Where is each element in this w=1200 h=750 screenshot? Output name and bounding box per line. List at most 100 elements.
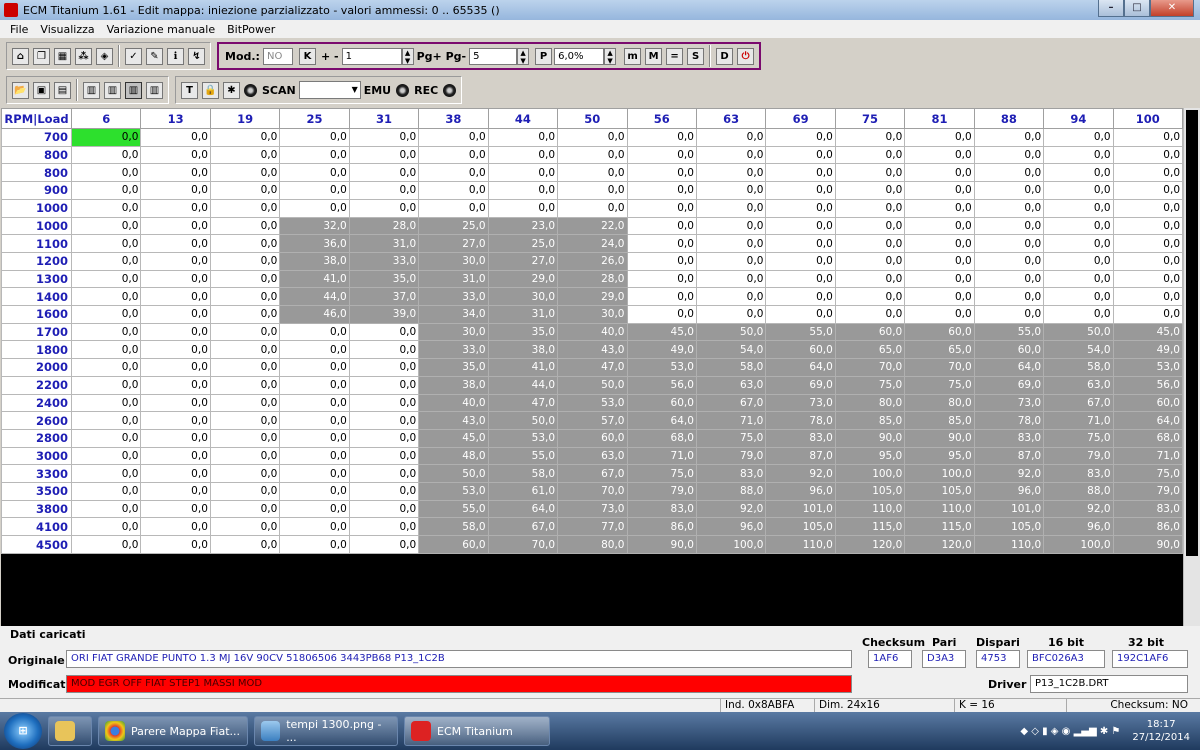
map-cell[interactable]: 0,0: [834, 251, 906, 271]
map-cell[interactable]: 0,0: [209, 145, 281, 165]
copy-icon[interactable]: ❐: [33, 47, 50, 65]
map-cell[interactable]: 0,0: [834, 163, 906, 183]
map-cell[interactable]: 120,0: [834, 535, 906, 554]
map-cell[interactable]: 100,0: [904, 464, 975, 484]
map-cell[interactable]: 0,0: [209, 322, 281, 342]
map-cell[interactable]: 31,0: [348, 234, 420, 253]
map-cell[interactable]: 0,0: [140, 128, 211, 147]
map-cell[interactable]: 96,0: [1043, 517, 1114, 537]
map-cell[interactable]: 0,0: [695, 128, 767, 147]
map-cell[interactable]: 27,0: [418, 234, 489, 253]
menu-variazione-manuale[interactable]: Variazione manuale: [101, 23, 222, 36]
rpm-row-header[interactable]: 2400: [1, 393, 72, 413]
map-cell[interactable]: 44,0: [487, 375, 559, 395]
map-cell[interactable]: 0,0: [209, 198, 281, 218]
map-cell[interactable]: 54,0: [1043, 340, 1114, 360]
load-column-header[interactable]: 50: [557, 108, 628, 129]
map-cell[interactable]: 50,0: [418, 464, 489, 484]
map-cell[interactable]: 65,0: [904, 340, 975, 360]
run-icon[interactable]: ✱: [223, 81, 240, 99]
rpm-row-header[interactable]: 2200: [1, 375, 72, 395]
map-cell[interactable]: 50,0: [487, 411, 559, 430]
map-cell[interactable]: 63,0: [557, 446, 628, 466]
map-cell[interactable]: 53,0: [487, 428, 559, 448]
map-cell[interactable]: 0,0: [695, 216, 767, 236]
rpm-row-header[interactable]: 3800: [1, 499, 72, 519]
info-icon[interactable]: ℹ: [167, 47, 184, 65]
load-column-header[interactable]: 56: [626, 108, 697, 129]
map-cell[interactable]: 105,0: [973, 517, 1045, 537]
map-cell[interactable]: 45,0: [418, 428, 489, 448]
rpm-row-header[interactable]: 3300: [1, 464, 72, 484]
step-input[interactable]: 1: [341, 47, 402, 65]
map-cell[interactable]: 0,0: [348, 499, 420, 519]
rpm-row-header[interactable]: 4500: [1, 535, 72, 554]
rec-dot-icon[interactable]: [443, 83, 457, 97]
map-cell[interactable]: 79,0: [695, 446, 767, 466]
rpm-row-header[interactable]: 2600: [1, 411, 72, 430]
map-cell[interactable]: 33,0: [418, 287, 489, 307]
map-cell[interactable]: 58,0: [695, 358, 767, 377]
map-cell[interactable]: 53,0: [557, 393, 628, 413]
map-cell[interactable]: 75,0: [626, 464, 697, 484]
map-cell[interactable]: 0,0: [279, 393, 350, 413]
map-cell[interactable]: 79,0: [626, 482, 697, 501]
map-cell[interactable]: 0,0: [140, 163, 211, 183]
map-cell[interactable]: 80,0: [834, 393, 906, 413]
map-cell[interactable]: 53,0: [626, 358, 697, 377]
map-cell[interactable]: 0,0: [1043, 163, 1114, 183]
map-cell[interactable]: 49,0: [626, 340, 697, 360]
map-cell[interactable]: 67,0: [557, 464, 628, 484]
save-as-icon[interactable]: ▤: [54, 81, 71, 99]
map-cell[interactable]: 48,0: [418, 446, 489, 466]
map-cell[interactable]: 0,0: [904, 234, 975, 253]
map-cell[interactable]: 60,0: [765, 340, 836, 360]
map-cell[interactable]: 0,0: [973, 128, 1045, 147]
map-cell[interactable]: 35,0: [487, 322, 559, 342]
map-cell[interactable]: 0,0: [695, 163, 767, 183]
map-cell[interactable]: 0,0: [695, 269, 767, 289]
map-cell[interactable]: 75,0: [695, 428, 767, 448]
map-cell[interactable]: 0,0: [1043, 251, 1114, 271]
image-viewer-taskbar-button[interactable]: tempi 1300.png - ...: [254, 716, 398, 746]
map-cell[interactable]: 0,0: [140, 181, 211, 200]
map-cell[interactable]: 0,0: [140, 251, 211, 271]
map-cell[interactable]: 0,0: [209, 464, 281, 484]
rpm-row-header[interactable]: 1800: [1, 340, 72, 360]
map-cell[interactable]: 0,0: [70, 464, 142, 484]
map-cell[interactable]: 0,0: [834, 145, 906, 165]
rpm-row-header[interactable]: 3000: [1, 446, 72, 466]
map-cell[interactable]: 22,0: [557, 216, 628, 236]
map-cell[interactable]: 67,0: [1043, 393, 1114, 413]
map-cell[interactable]: 0,0: [140, 482, 211, 501]
map-cell[interactable]: 0,0: [487, 128, 559, 147]
map-cell[interactable]: 49,0: [1112, 340, 1184, 360]
map-cell[interactable]: 73,0: [765, 393, 836, 413]
map-cell[interactable]: 0,0: [70, 322, 142, 342]
map-cell[interactable]: 70,0: [834, 358, 906, 377]
map-cell[interactable]: 0,0: [140, 535, 211, 554]
map-cell[interactable]: 27,0: [487, 251, 559, 271]
map-cell[interactable]: 0,0: [487, 181, 559, 200]
page-step-input[interactable]: 5: [469, 47, 518, 65]
map-cell[interactable]: 0,0: [70, 393, 142, 413]
map-cell[interactable]: 0,0: [70, 428, 142, 448]
map-cell[interactable]: 0,0: [557, 163, 628, 183]
map-cell[interactable]: 0,0: [973, 234, 1045, 253]
map-cell[interactable]: 0,0: [70, 234, 142, 253]
map-cell[interactable]: 0,0: [279, 145, 350, 165]
map-cell[interactable]: 0,0: [70, 305, 142, 324]
minimize-button[interactable]: –: [1098, 0, 1124, 17]
map-cell[interactable]: 0,0: [70, 411, 142, 430]
map-cell[interactable]: 90,0: [626, 535, 697, 554]
map-cell[interactable]: 0,0: [626, 287, 697, 307]
map-cell[interactable]: 0,0: [1043, 216, 1114, 236]
map-cell[interactable]: 0,0: [209, 499, 281, 519]
map-cell[interactable]: 0,0: [70, 499, 142, 519]
map-cell[interactable]: 0,0: [140, 234, 211, 253]
map-cell[interactable]: 55,0: [765, 322, 836, 342]
map-cell[interactable]: 45,0: [1112, 322, 1184, 342]
map-cell[interactable]: 64,0: [765, 358, 836, 377]
map-cell[interactable]: 75,0: [904, 375, 975, 395]
map-cell[interactable]: 0,0: [209, 428, 281, 448]
